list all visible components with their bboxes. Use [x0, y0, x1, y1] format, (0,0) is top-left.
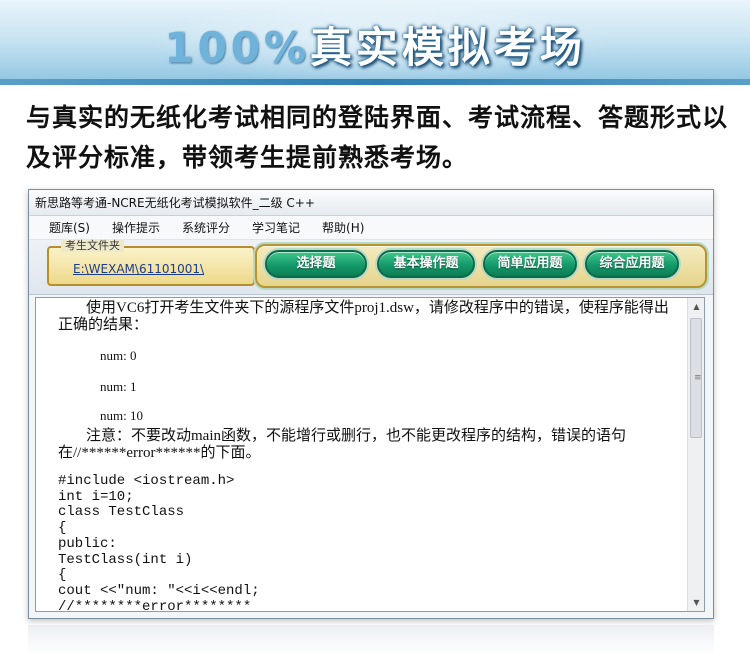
question-note: 注意：不要改动main函数，不能增行或删行，也不能更改程序的结构，错误的语句在/…: [58, 428, 626, 461]
promo-description: 与真实的无纸化考试相同的登陆界面、考试流程、答题形式以及评分标准，带领考生提前熟…: [26, 103, 729, 172]
menu-item-question-bank[interactable]: 题库(S): [49, 219, 90, 236]
scrollbar-thumb[interactable]: ≡: [690, 318, 702, 438]
code-line: {: [58, 520, 67, 537]
menu-item-help[interactable]: 帮助(H): [322, 219, 364, 236]
code-line: {: [58, 567, 67, 584]
tab-basic-operation[interactable]: 基本操作题: [377, 250, 475, 278]
exam-folder-box: 考生文件夹 E:\WEXAM\61101001\: [47, 239, 255, 286]
menu-bar: 题库(S) 操作提示 系统评分 学习笔记 帮助(H): [29, 216, 713, 240]
vertical-scrollbar[interactable]: ▲ ≡ ▼: [687, 298, 704, 611]
question-content-pane[interactable]: 使用VC6打开考生文件夹下的源程序文件proj1.dsw，请修改程序中的错误，使…: [35, 297, 705, 612]
code-line: public:: [58, 535, 117, 552]
code-line: TestClass(int i): [58, 551, 193, 568]
question-instruction: 使用VC6打开考生文件夹下的源程序文件proj1.dsw，请修改程序中的错误，使…: [58, 300, 669, 333]
exam-folder-path-link[interactable]: E:\WEXAM\61101001\: [73, 262, 204, 276]
scroll-up-arrow-icon[interactable]: ▲: [688, 298, 704, 315]
code-line: //********error********: [58, 598, 252, 611]
tab-choice-questions[interactable]: 选择题: [265, 250, 367, 278]
code-line: cout <<"num: "<<i<<endl;: [58, 582, 260, 599]
promo-banner: 100%真实模拟考场: [0, 0, 750, 85]
question-text-area: 使用VC6打开考生文件夹下的源程序文件proj1.dsw，请修改程序中的错误，使…: [36, 298, 688, 611]
banner-title: 100%真实模拟考场: [0, 14, 750, 75]
banner-title-prefix: 100%: [164, 23, 310, 72]
scrollbar-grip-icon: ≡: [694, 373, 702, 383]
code-line: #include <iostream.h>: [58, 473, 235, 489]
scroll-down-arrow-icon[interactable]: ▼: [688, 594, 704, 611]
code-line: class TestClass: [58, 504, 185, 521]
code-line: int i=10;: [58, 488, 134, 505]
tab-comprehensive-application[interactable]: 综合应用题: [585, 250, 679, 278]
toolbar: 考生文件夹 E:\WEXAM\61101001\ 选择题 基本操作题 简单应用题…: [29, 239, 713, 295]
menu-item-operation-tips[interactable]: 操作提示: [112, 219, 160, 236]
banner-title-main: 真实模拟考场: [309, 23, 586, 72]
exam-folder-caption: 考生文件夹: [61, 239, 124, 252]
menu-item-study-notes[interactable]: 学习笔记: [252, 219, 300, 236]
expected-output-line: num: 0: [100, 348, 137, 363]
window-title: 新思路等考通-NCRE无纸化考试模拟软件_二级 C++: [29, 190, 713, 216]
expected-output-line: num: 10: [100, 408, 143, 423]
tab-simple-application[interactable]: 简单应用题: [483, 250, 577, 278]
window-reflection: [28, 625, 714, 655]
expected-output-line: num: 1: [100, 379, 137, 394]
app-window: 新思路等考通-NCRE无纸化考试模拟软件_二级 C++ 题库(S) 操作提示 系…: [28, 189, 714, 619]
menu-item-system-scoring[interactable]: 系统评分: [182, 219, 230, 236]
